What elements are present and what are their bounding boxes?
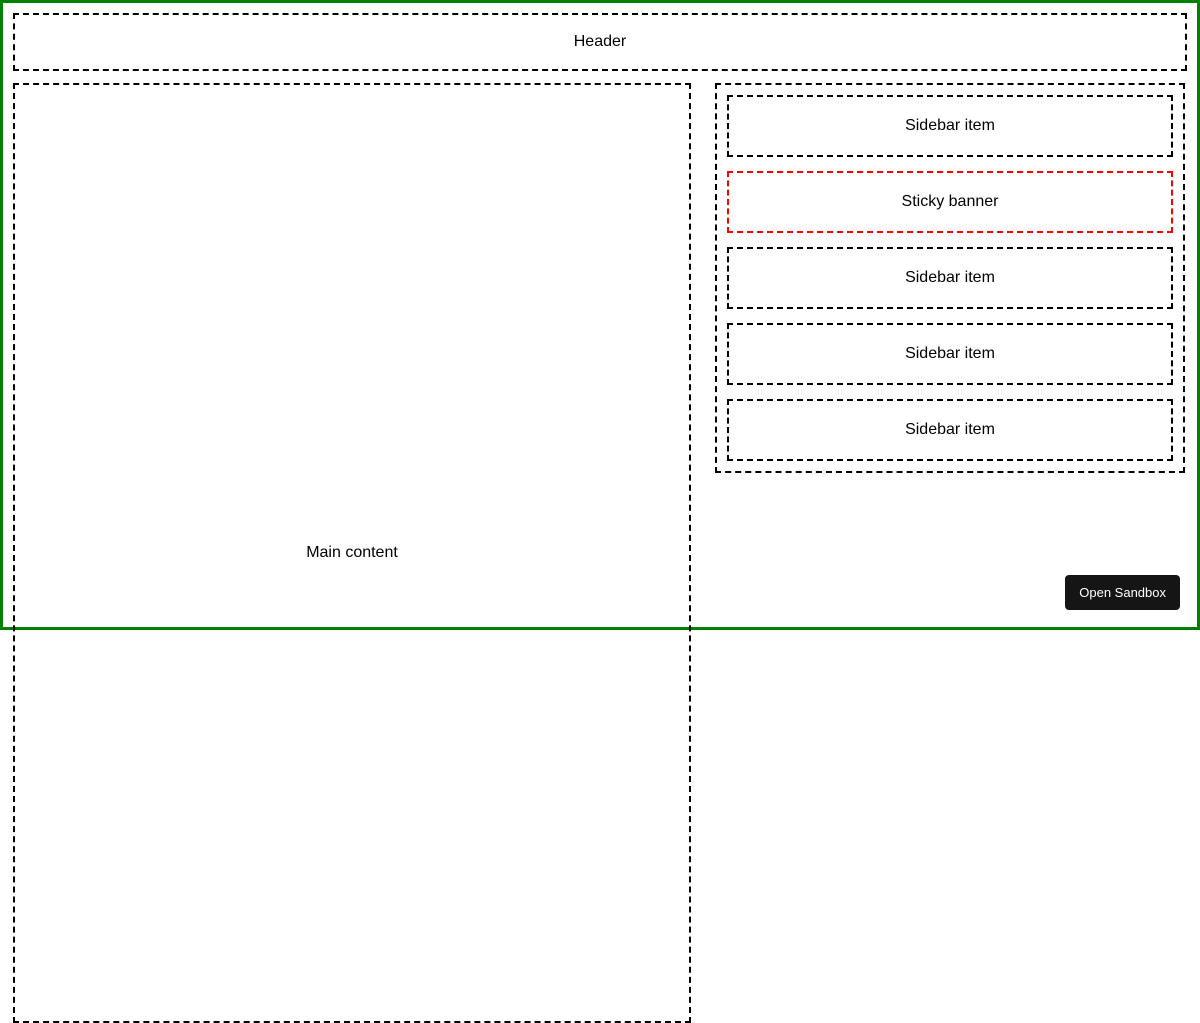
main-content-label: Main content bbox=[306, 544, 398, 562]
layout-frame: Header Main content Sidebar item Sticky … bbox=[0, 0, 1200, 630]
header-label: Header bbox=[574, 33, 626, 51]
open-sandbox-button[interactable]: Open Sandbox bbox=[1065, 575, 1180, 610]
main-content-region: Main content bbox=[13, 83, 691, 1023]
sticky-banner-label: Sticky banner bbox=[902, 193, 999, 211]
sidebar-item: Sidebar item bbox=[727, 399, 1173, 461]
sidebar-item: Sidebar item bbox=[727, 247, 1173, 309]
sidebar-item: Sidebar item bbox=[727, 95, 1173, 157]
sticky-banner: Sticky banner bbox=[727, 171, 1173, 233]
sidebar-region: Sidebar item Sticky banner Sidebar item … bbox=[715, 83, 1185, 473]
body-row: Main content Sidebar item Sticky banner … bbox=[13, 83, 1187, 617]
sidebar-item-label: Sidebar item bbox=[905, 421, 995, 439]
sidebar-item-label: Sidebar item bbox=[905, 269, 995, 287]
open-sandbox-label: Open Sandbox bbox=[1079, 585, 1166, 600]
sidebar-item-label: Sidebar item bbox=[905, 117, 995, 135]
header-region: Header bbox=[13, 13, 1187, 71]
sidebar-item-label: Sidebar item bbox=[905, 345, 995, 363]
sidebar-item: Sidebar item bbox=[727, 323, 1173, 385]
